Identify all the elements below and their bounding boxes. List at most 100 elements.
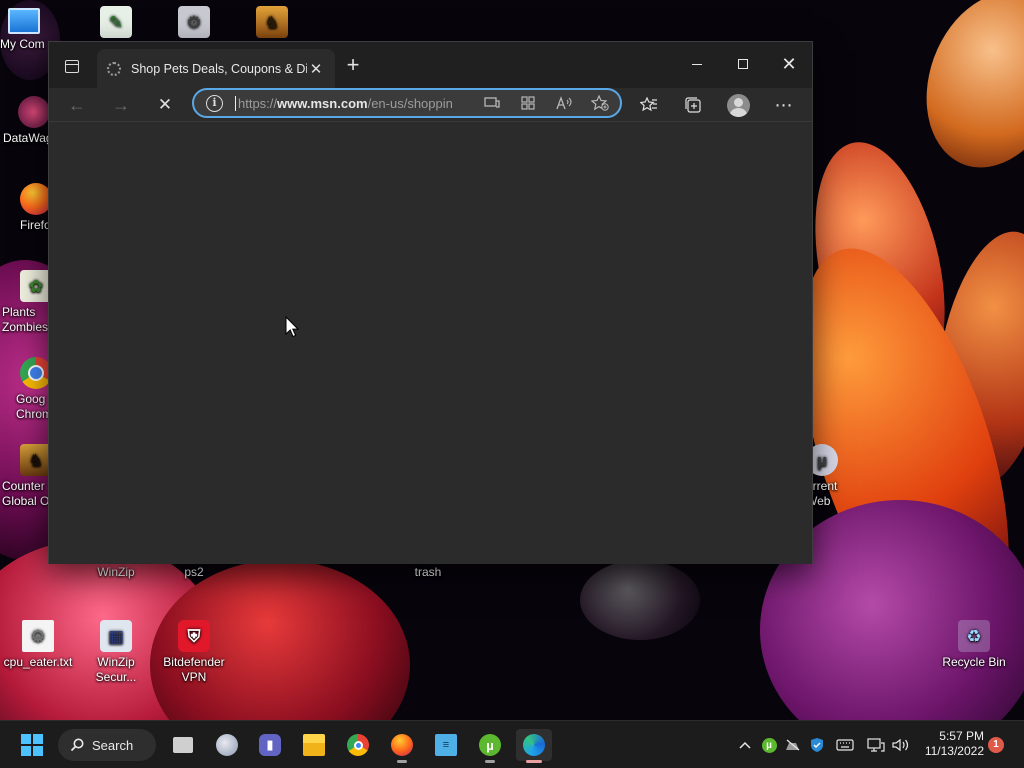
task-view-icon <box>173 737 193 753</box>
taskbar: Search ▮ ≡ µ µ 5:57 PM 11/13/2022 1 <box>0 720 1024 768</box>
forward-button[interactable]: → <box>105 90 137 120</box>
display-icon[interactable] <box>866 721 886 768</box>
utorrent-tray-icon[interactable]: µ <box>760 721 778 768</box>
utorrent-icon: µ <box>479 734 501 756</box>
desktop-icon-winzip[interactable]: WinZip <box>78 565 154 580</box>
site-info-icon[interactable]: i <box>206 94 223 112</box>
notepad-icon: ≡ <box>435 734 457 756</box>
search-label: Search <box>92 737 134 753</box>
url-text[interactable]: https://www.msn.com/en-us/shoppin <box>235 95 472 111</box>
desktop-icon-game[interactable]: ♞ <box>234 6 310 41</box>
taskbar-firefox[interactable] <box>384 729 420 763</box>
firefox-icon <box>391 734 413 756</box>
this-pc-icon <box>8 8 40 34</box>
clock-date: 11/13/2022 <box>924 744 984 758</box>
taskbar-search[interactable]: Search <box>58 729 156 761</box>
defender-icon[interactable] <box>808 721 826 768</box>
read-aloud-icon[interactable] <box>552 92 576 114</box>
desktop-icon-winzip-secure[interactable]: ▦ WinZip Secur... <box>78 620 154 685</box>
app-available-icon[interactable] <box>480 92 504 114</box>
tab-title: Shop Pets Deals, Coupons & Disc <box>131 61 307 76</box>
desktop-icon-label: Bitdefender VPN <box>163 655 225 684</box>
clock-time: 5:57 PM <box>939 729 984 743</box>
address-bar[interactable]: i https://www.msn.com/en-us/shoppin <box>192 88 622 118</box>
more-icon[interactable]: ⋯ <box>768 90 800 120</box>
taskbar-widgets[interactable] <box>209 729 245 761</box>
back-button[interactable]: ← <box>61 90 93 120</box>
desktop-icon-label: Firefo <box>20 218 51 232</box>
tab-close-button[interactable]: ✕ <box>307 60 325 78</box>
close-window-button[interactable]: ✕ <box>766 50 812 78</box>
start-icon <box>21 734 43 756</box>
desktop-icon-tools[interactable]: ⚙ <box>156 6 232 41</box>
desktop-icon-google-chrome[interactable]: Goog Chrom <box>0 357 52 422</box>
notification-badge[interactable]: 1 <box>988 737 1004 753</box>
mouse-cursor-icon <box>285 316 299 338</box>
desktop-icon-bitdefender-vpn[interactable]: ⛨ Bitdefender VPN <box>156 620 232 685</box>
new-tab-button[interactable]: + <box>341 54 365 78</box>
browser-tab-active[interactable]: Shop Pets Deals, Coupons & Disc ✕ <box>97 49 335 88</box>
desktop-icon-label: WinZip <box>97 565 135 579</box>
desktop-icon-firefox[interactable]: Firefo <box>0 183 52 233</box>
taskbar-task-view[interactable] <box>165 729 201 761</box>
url-host: www.msn.com <box>277 95 368 111</box>
desktop-icon-trash[interactable]: trash <box>390 565 466 580</box>
url-path: /en-us/shoppin <box>367 95 453 111</box>
loading-spinner-icon <box>107 61 121 76</box>
desktop-icon-cpu-eater[interactable]: ⚙ cpu_eater.txt <box>0 620 76 670</box>
recycle-bin-icon: ♻ <box>958 620 990 652</box>
browser-titlebar[interactable]: Shop Pets Deals, Coupons & Disc ✕ + ✕ <box>49 42 812 88</box>
desktop-icon-recycle-bin[interactable]: ♻ Recycle Bin <box>936 620 1012 670</box>
add-favorite-icon[interactable] <box>588 92 612 114</box>
tab-actions-menu-icon[interactable] <box>59 54 85 78</box>
maximize-button[interactable] <box>720 50 766 78</box>
network-off-icon[interactable] <box>784 721 802 768</box>
minimize-icon <box>692 63 702 65</box>
desktop-icon-label: WinZip Secur... <box>95 655 137 684</box>
desktop-icon-counter-strike[interactable]: ♞ Counter Global O <box>0 444 52 509</box>
extensions-grid-icon[interactable] <box>516 92 540 114</box>
profile-icon <box>726 93 750 117</box>
desktop-icon-utorrent-web[interactable]: µ orrent Web <box>806 444 856 509</box>
tools-icon: ⚙ <box>178 6 210 38</box>
stop-loading-button[interactable]: ✕ <box>149 90 181 120</box>
page-content-area[interactable] <box>49 122 812 564</box>
desktop-icon-ps2[interactable]: ps2 <box>156 565 232 580</box>
maximize-icon <box>738 59 748 69</box>
chevron-up-icon[interactable] <box>736 721 754 768</box>
desktop-icon-label: DataWag <box>3 131 53 145</box>
desktop-icon-label: Recycle Bin <box>942 655 1006 669</box>
taskbar-chrome[interactable] <box>340 729 376 761</box>
keyboard-icon[interactable] <box>835 721 855 768</box>
widgets-icon <box>216 734 238 756</box>
taskbar-clock[interactable]: 5:57 PM 11/13/2022 <box>920 729 984 759</box>
winzip-secure-icon: ▦ <box>100 620 132 652</box>
minimize-button[interactable] <box>674 50 720 78</box>
desktop-icon-label: Goog Chrom <box>16 392 53 421</box>
document-icon: ✎ <box>100 6 132 38</box>
volume-icon[interactable] <box>891 721 911 768</box>
profile-button[interactable] <box>722 90 754 120</box>
chrome-icon <box>347 734 369 756</box>
desktop-icon-label: trash <box>414 565 442 579</box>
desktop-icon-this-pc[interactable]: My Com <box>0 8 52 52</box>
taskbar-teams-chat[interactable]: ▮ <box>252 729 288 761</box>
taskbar-edge[interactable] <box>516 729 552 763</box>
taskbar-file-explorer[interactable] <box>296 729 332 761</box>
browser-window: Shop Pets Deals, Coupons & Disc ✕ + ✕ ← … <box>48 41 813 564</box>
running-indicator <box>526 760 542 763</box>
desktop-icon-datawag[interactable]: DataWag <box>0 96 53 146</box>
favorites-icon[interactable] <box>633 90 665 120</box>
bitdefender-vpn-icon: ⛨ <box>178 620 210 652</box>
edge-icon <box>523 734 545 756</box>
desktop-icon-label: Counter Global O <box>2 479 50 508</box>
collections-icon[interactable] <box>677 90 709 120</box>
file-explorer-icon <box>303 734 325 756</box>
teams-chat-icon: ▮ <box>259 734 281 756</box>
start-button[interactable] <box>14 729 50 761</box>
taskbar-notepad[interactable]: ≡ <box>428 729 464 761</box>
desktop-icon-plants-zombies[interactable]: ✿ Plants Zombies <box>0 270 52 335</box>
desktop-icon-document[interactable]: ✎ <box>78 6 154 41</box>
taskbar-utorrent[interactable]: µ <box>472 729 508 763</box>
desktop-icon-label: My Com <box>0 37 45 51</box>
